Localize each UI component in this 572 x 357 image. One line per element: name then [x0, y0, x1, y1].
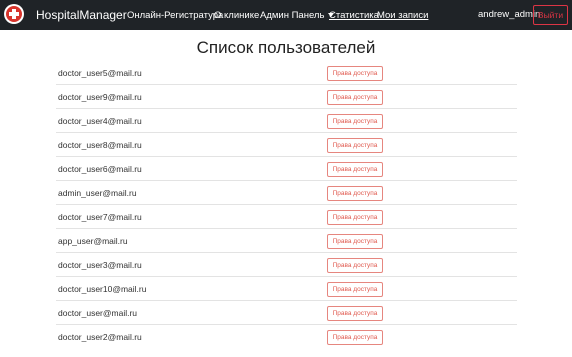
- user-row: doctor_user10@mail.ru Права доступа: [56, 277, 517, 301]
- page-title: Список пользователей: [196, 38, 376, 57]
- user-row: doctor_user5@mail.ru Права доступа: [56, 61, 517, 85]
- user-row: doctor_user4@mail.ru Права доступа: [56, 109, 517, 133]
- user-row: doctor_user@mail.ru Права доступа: [56, 301, 517, 325]
- hospital-cross-logo-icon[interactable]: [4, 4, 24, 24]
- nav-my-records[interactable]: Мои записи: [377, 10, 428, 21]
- user-email: app_user@mail.ru: [58, 236, 128, 246]
- user-row: doctor_user6@mail.ru Права доступа: [56, 157, 517, 181]
- user-email: doctor_user5@mail.ru: [58, 68, 142, 78]
- access-rights-button[interactable]: Права доступа: [327, 306, 383, 321]
- access-rights-button[interactable]: Права доступа: [327, 258, 383, 273]
- user-email: doctor_user7@mail.ru: [58, 212, 142, 222]
- user-email: doctor_user10@mail.ru: [58, 284, 147, 294]
- access-rights-button[interactable]: Права доступа: [327, 90, 383, 105]
- user-email: doctor_user@mail.ru: [58, 308, 138, 318]
- user-email: doctor_user4@mail.ru: [58, 116, 142, 126]
- nav-statistics[interactable]: Статистика: [329, 10, 379, 21]
- access-rights-button[interactable]: Права доступа: [327, 66, 383, 81]
- access-rights-button[interactable]: Права доступа: [327, 210, 383, 225]
- access-rights-button[interactable]: Права доступа: [327, 282, 383, 297]
- access-rights-button[interactable]: Права доступа: [327, 234, 383, 249]
- user-email: admin_user@mail.ru: [58, 188, 137, 198]
- users-list: doctor_user5@mail.ru Права доступа doctor_…: [56, 61, 517, 349]
- user-row: doctor_user7@mail.ru Права доступа: [56, 205, 517, 229]
- user-email: doctor_user8@mail.ru: [58, 140, 142, 150]
- user-email: doctor_user3@mail.ru: [58, 260, 142, 270]
- logout-button[interactable]: Выйти: [533, 5, 568, 25]
- user-row: doctor_user2@mail.ru Права доступа: [56, 325, 517, 349]
- access-rights-button[interactable]: Права доступа: [327, 162, 383, 177]
- access-rights-button[interactable]: Права доступа: [327, 114, 383, 129]
- user-row: doctor_user8@mail.ru Права доступа: [56, 133, 517, 157]
- user-row: app_user@mail.ru Права доступа: [56, 229, 517, 253]
- user-email: doctor_user9@mail.ru: [58, 92, 142, 102]
- nav-admin-panel-label: Админ Панель: [260, 10, 325, 21]
- nav-about-clinic[interactable]: О клинике: [214, 10, 259, 21]
- user-email: doctor_user6@mail.ru: [58, 164, 142, 174]
- top-navbar: HospitalManager Онлайн-Регистратура О кл…: [0, 0, 572, 30]
- nav-online-registry[interactable]: Онлайн-Регистратура: [127, 10, 223, 21]
- access-rights-button[interactable]: Права доступа: [327, 186, 383, 201]
- user-row: admin_user@mail.ru Права доступа: [56, 181, 517, 205]
- user-row: doctor_user3@mail.ru Права доступа: [56, 253, 517, 277]
- user-email: doctor_user2@mail.ru: [58, 332, 142, 342]
- access-rights-button[interactable]: Права доступа: [327, 330, 383, 345]
- nav-admin-panel-dropdown[interactable]: Админ Панель: [260, 10, 335, 21]
- current-username: andrew_admin: [478, 9, 541, 20]
- access-rights-button[interactable]: Права доступа: [327, 138, 383, 153]
- user-row: doctor_user9@mail.ru Права доступа: [56, 85, 517, 109]
- brand-link[interactable]: HospitalManager: [36, 8, 127, 22]
